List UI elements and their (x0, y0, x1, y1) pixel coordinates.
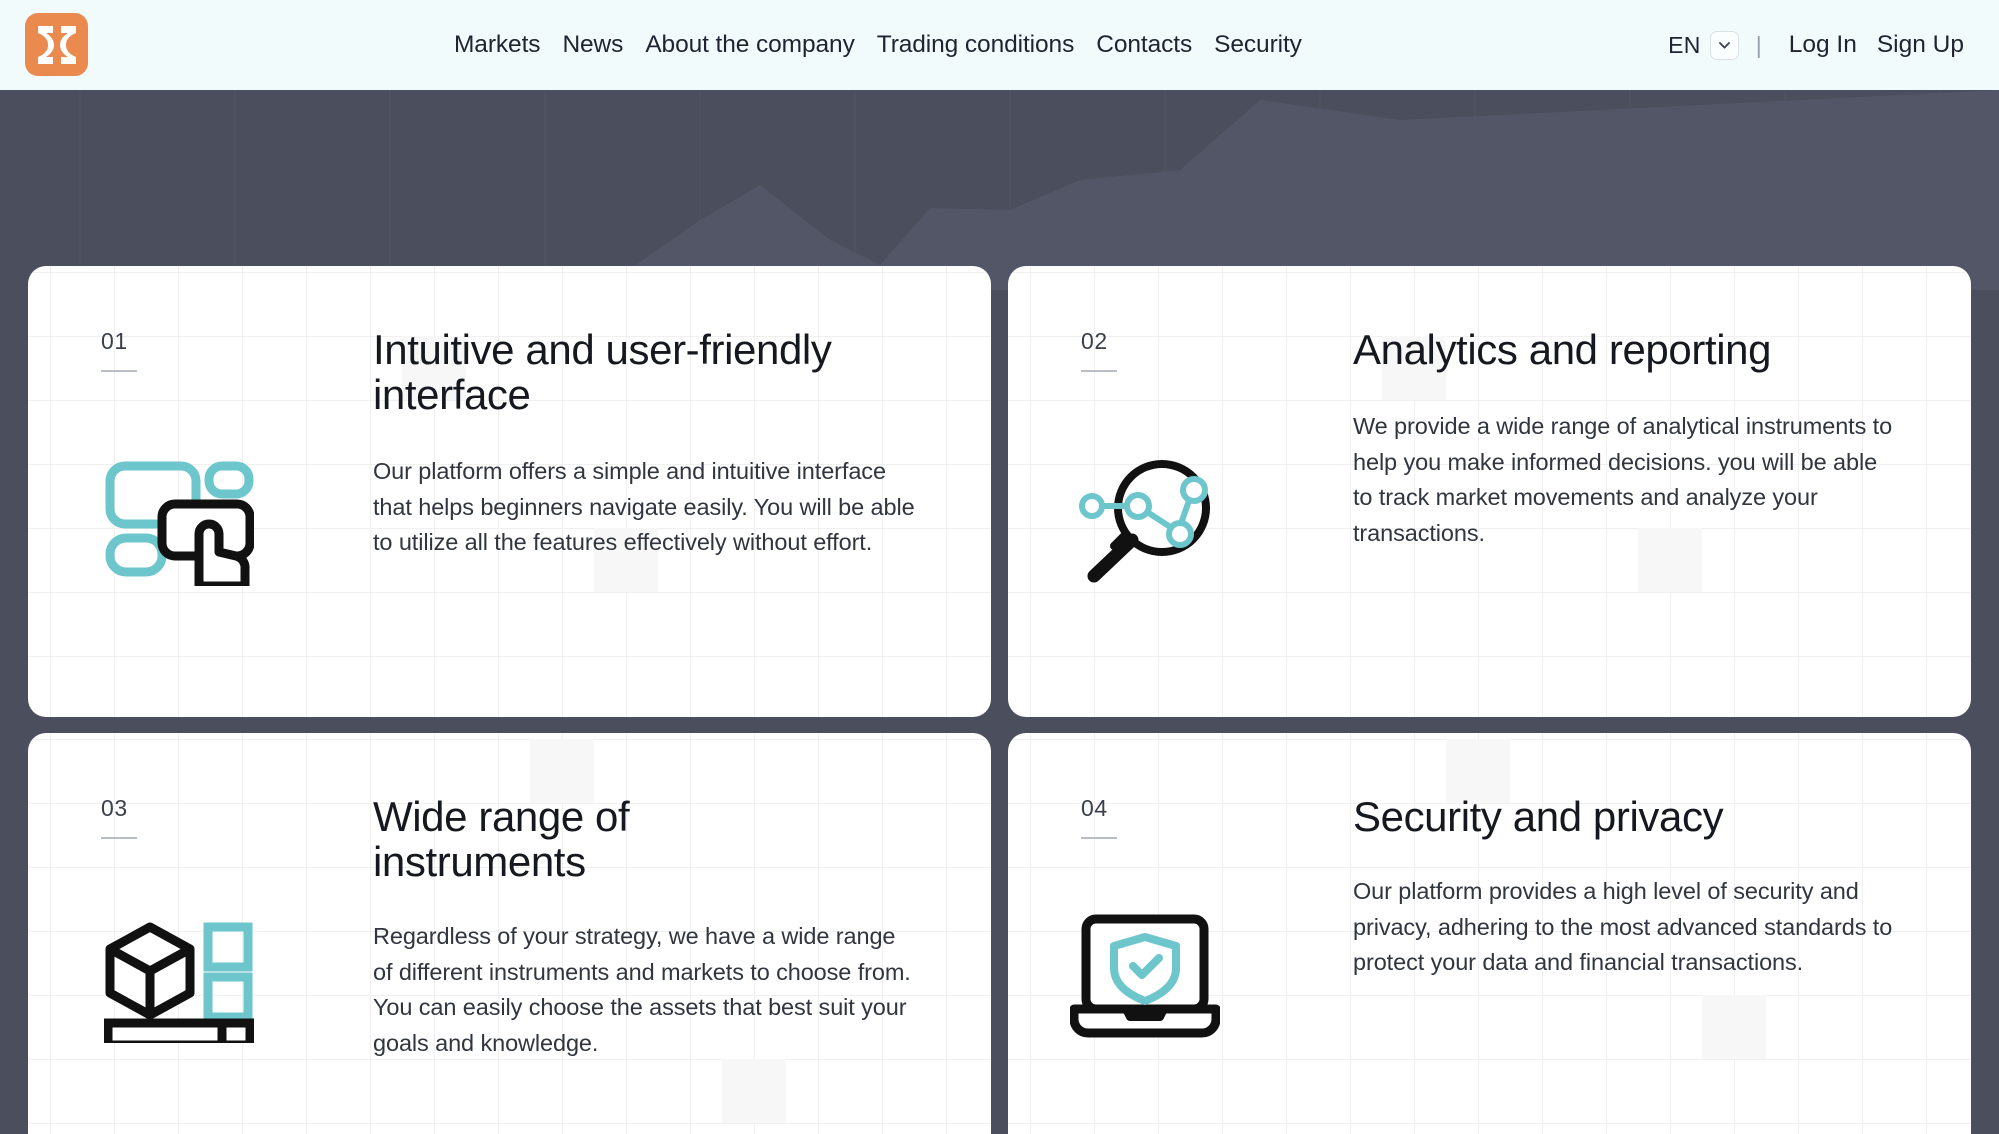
feature-card-04: 04 Security and privacy Our platform pro… (1008, 733, 1971, 1134)
login-button[interactable]: Log In (1779, 31, 1867, 59)
brand-logo[interactable] (25, 13, 88, 76)
ui-blocks-cursor-icon (104, 456, 254, 586)
laptop-shield-icon (1070, 913, 1220, 1043)
card-body-text: Our platform offers a simple and intuiti… (373, 457, 915, 556)
card-left-column: 01 (28, 266, 373, 717)
nav-item-markets[interactable]: Markets (443, 31, 551, 59)
card-right-column: Wide range of instruments Regardless of … (373, 733, 991, 1134)
card-number-rule (101, 837, 137, 839)
magnifier-network-icon (1070, 456, 1220, 586)
header-divider: | (1755, 31, 1762, 58)
language-code: EN (1668, 31, 1701, 58)
card-title: Intuitive and user-friendly interface (373, 326, 832, 418)
cube-squares-icon (104, 913, 254, 1043)
card-body-text: We provide a wide range of analytical in… (1353, 412, 1893, 547)
card-left-column: 03 (28, 733, 373, 1134)
logo-glyph-icon (37, 25, 76, 64)
feature-card-grid: 01 Intuitive and user-friendly interface… (28, 266, 1971, 1134)
nav-item-security[interactable]: Security (1203, 31, 1313, 59)
card-left-column: 04 (1008, 733, 1353, 1134)
feature-card-03: 03 Wide range of instruments Regardless … (28, 733, 991, 1134)
header-actions: EN | Log In Sign Up (1668, 0, 1964, 90)
card-title: Analytics and reporting (1353, 326, 1772, 373)
card-left-column: 02 (1008, 266, 1353, 717)
site-header: Markets News About the company Trading c… (0, 0, 1999, 90)
signup-button[interactable]: Sign Up (1867, 31, 1964, 59)
card-number: 02 (1081, 328, 1108, 354)
nav-item-contacts[interactable]: Contacts (1085, 31, 1203, 59)
card-body-text: Our platform provides a high level of se… (1353, 877, 1893, 976)
card-right-column: Intuitive and user-friendly interface Ou… (373, 266, 991, 717)
card-number: 01 (101, 328, 128, 354)
feature-card-02: 02 Analytics and reporting We provide a … (1008, 266, 1971, 717)
card-title: Security and privacy (1353, 793, 1724, 840)
card-number-rule (1081, 370, 1117, 372)
card-right-column: Analytics and reporting We provide a wid… (1353, 266, 1971, 717)
card-number-rule (101, 370, 137, 372)
chevron-down-icon[interactable] (1709, 30, 1739, 60)
card-body-text: Regardless of your strategy, we have a w… (373, 922, 911, 1057)
nav-item-trading-conditions[interactable]: Trading conditions (866, 31, 1086, 59)
language-selector[interactable]: EN (1668, 30, 1739, 60)
chevron-down-glyph (1718, 41, 1730, 48)
feature-card-01: 01 Intuitive and user-friendly interface… (28, 266, 991, 717)
background-area-chart (0, 90, 1999, 290)
page-stage: 01 Intuitive and user-friendly interface… (0, 90, 1999, 1134)
card-title: Wide range of instruments (373, 793, 630, 885)
main-navigation: Markets News About the company Trading c… (443, 0, 1313, 90)
card-right-column: Security and privacy Our platform provid… (1353, 733, 1971, 1134)
card-number-rule (1081, 837, 1117, 839)
card-number: 04 (1081, 795, 1108, 821)
card-number: 03 (101, 795, 128, 821)
nav-item-about-the-company[interactable]: About the company (634, 31, 865, 59)
nav-item-news[interactable]: News (551, 31, 634, 59)
